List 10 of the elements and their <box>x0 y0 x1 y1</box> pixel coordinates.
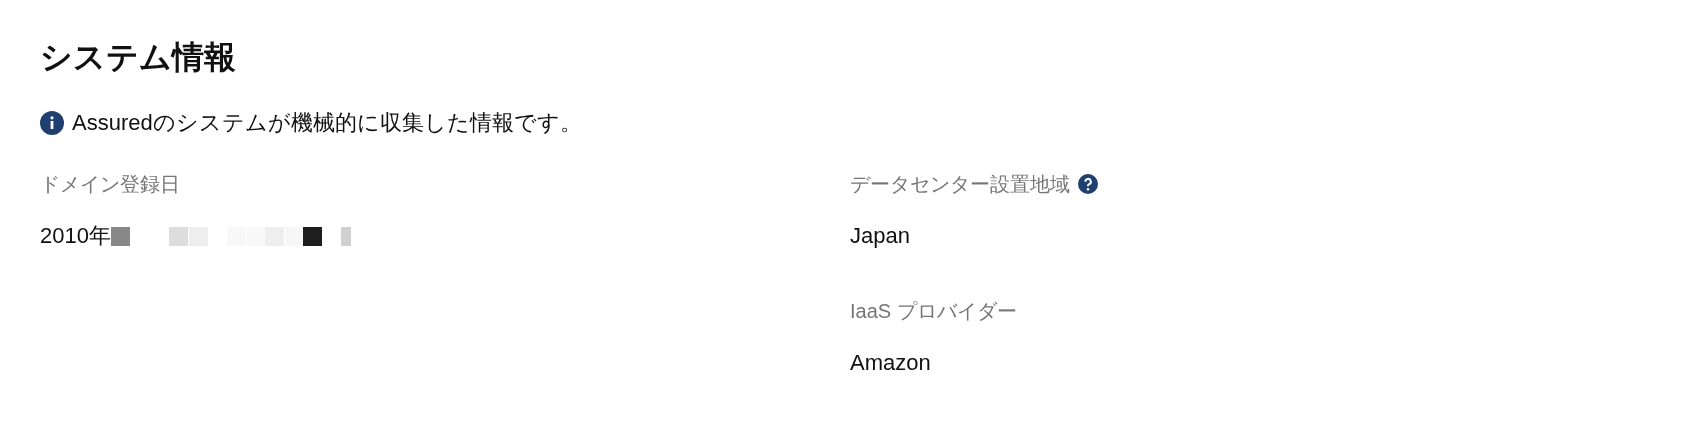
help-icon[interactable] <box>1078 174 1098 195</box>
section-title: システム情報 <box>40 38 237 77</box>
notice-text: Assuredのシステムが機械的に収集した情報です。 <box>72 109 582 138</box>
field-value: Amazon <box>850 349 931 378</box>
field-label: IaaS プロバイダー <box>850 299 1017 325</box>
info-icon <box>40 110 64 135</box>
field-value: 2010年 <box>40 222 111 251</box>
field-label: データセンター設置地域 <box>850 172 1070 198</box>
field-value: Japan <box>850 222 910 251</box>
field-label: ドメイン登録日 <box>40 172 180 198</box>
